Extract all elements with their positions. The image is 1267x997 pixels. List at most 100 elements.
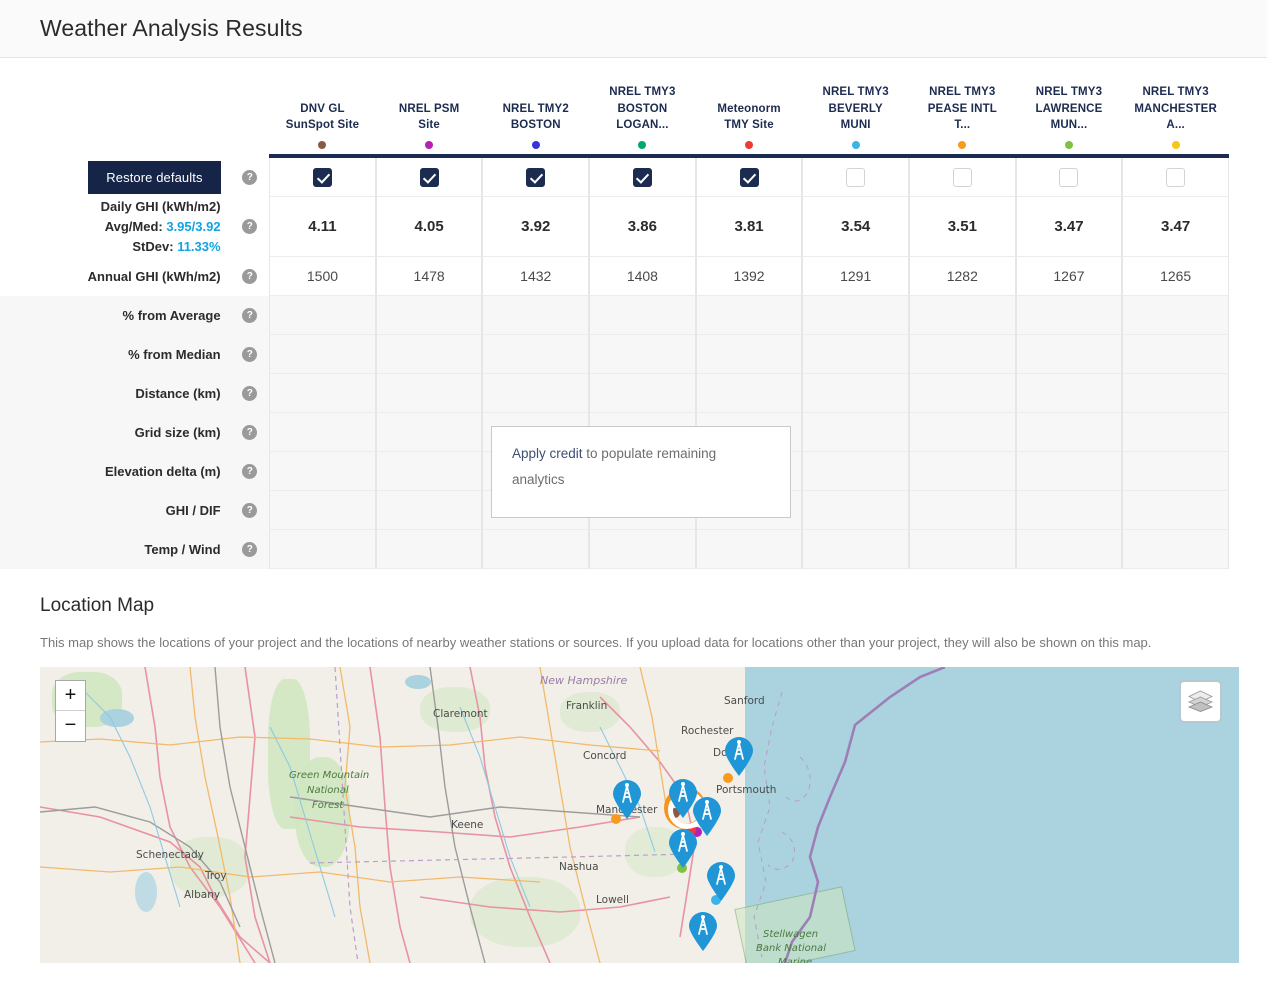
help-icon[interactable]: ?: [242, 347, 258, 363]
help-icon[interactable]: ?: [242, 269, 258, 285]
source-name-line: NREL TMY3: [1142, 85, 1209, 98]
source-select-cell: [909, 158, 1016, 197]
apply-credit-link[interactable]: Apply credit: [512, 446, 583, 461]
header-spacer-label: [0, 58, 231, 158]
daily-ghi-title: Daily GHI (kWh/m2): [100, 199, 221, 214]
daily-ghi-cell: 4.05: [375, 197, 483, 258]
map-layers-button[interactable]: [1179, 679, 1222, 723]
map-weather-station-marker[interactable]: [688, 911, 718, 952]
source-column-header: NREL TMY3 BOSTON LOGAN...: [589, 58, 696, 158]
source-column-header: NREL TMY3 PEASE INTL T...: [909, 58, 1016, 158]
map-zoom-control[interactable]: + −: [55, 679, 86, 742]
analytics-empty-cell: [269, 374, 376, 414]
source-checkbox[interactable]: [739, 167, 759, 187]
analytics-empty-cell: [909, 374, 1016, 414]
source-checkbox[interactable]: [1059, 167, 1079, 187]
map-place-label: Troy: [205, 869, 227, 882]
daily-ghi-avgmed: Avg/Med: 3.95/3.92: [0, 217, 221, 237]
analytics-row-label: % from Median: [0, 335, 231, 375]
analytics-empty-cell: [1122, 296, 1229, 336]
source-checkbox[interactable]: [526, 167, 546, 187]
analytics-empty-cell: [269, 452, 376, 492]
source-column-header: DNV GL SunSpot Site: [269, 58, 376, 158]
map-weather-station-marker[interactable]: [706, 861, 736, 902]
source-checkbox[interactable]: [312, 167, 332, 187]
avgmed-value: 3.95/3.92: [166, 219, 221, 235]
source-name-line: BOSTON: [510, 119, 561, 132]
location-map[interactable]: + − New Hampshire Claremont Franklin Sanfor…: [40, 666, 1239, 963]
help-icon[interactable]: ?: [242, 169, 258, 185]
source-name-line: BOSTON: [617, 102, 668, 115]
map-place-label: Stellwagen: [763, 928, 819, 940]
source-checkbox[interactable]: [1166, 167, 1186, 187]
analytics-row-label: Distance (km): [0, 374, 231, 414]
map-place-label: Sanford: [724, 694, 765, 707]
source-name-line: NREL TMY2: [502, 102, 569, 115]
source-name-line: T...: [954, 119, 971, 132]
source-column-header: NREL TMY3 MANCHESTER A...: [1122, 58, 1229, 158]
source-name-line: LOGAN...: [616, 119, 669, 132]
header-spacer-help: [231, 58, 270, 158]
weather-station-pin-icon: [669, 828, 697, 868]
help-icon[interactable]: ?: [242, 425, 258, 441]
analytics-empty-cell: [802, 491, 909, 531]
page-title: Weather Analysis Results: [40, 15, 303, 41]
analytics-empty-cell: [909, 296, 1016, 336]
analytics-empty-cell: [1015, 296, 1123, 336]
analytics-empty-cell: [589, 296, 696, 336]
source-select-cell: [482, 158, 590, 197]
page-header: Weather Analysis Results: [0, 0, 1267, 58]
analytics-empty-cell: [375, 491, 483, 531]
analytics-empty-cell: [695, 374, 803, 414]
daily-ghi-cell: 3.54: [802, 197, 909, 258]
source-checkbox[interactable]: [632, 167, 652, 187]
help-cell: ?: [230, 374, 270, 414]
help-icon[interactable]: ?: [242, 503, 258, 519]
annual-ghi-cell: 1282: [909, 257, 1016, 297]
daily-ghi-cell: 3.92: [482, 197, 590, 258]
map-place-label: Bank National: [756, 942, 826, 954]
map-place-label: Marine: [778, 956, 813, 963]
help-cell-restore: ?: [231, 158, 270, 197]
analytics-empty-cell: [375, 335, 483, 375]
help-icon[interactable]: ?: [242, 542, 258, 558]
help-icon[interactable]: ?: [242, 219, 258, 235]
stdev-value: 11.33%: [177, 239, 221, 255]
zoom-in-button[interactable]: +: [56, 681, 85, 711]
restore-defaults-button[interactable]: Restore defaults: [88, 161, 221, 194]
map-place-label: Forest: [312, 799, 344, 811]
analytics-row-label: Temp / Wind: [0, 530, 231, 570]
map-place-label: Portsmouth: [716, 783, 777, 796]
source-color-dot-icon: [425, 141, 434, 149]
help-icon[interactable]: ?: [242, 308, 258, 324]
map-place-label: Green Mountain: [289, 769, 370, 781]
help-cell: ?: [230, 452, 270, 492]
map-place-label: New Hampshire: [540, 673, 628, 687]
zoom-out-button[interactable]: −: [56, 711, 85, 741]
annual-ghi-cell: 1291: [802, 257, 909, 297]
analytics-empty-cell: [802, 452, 909, 492]
source-select-cell: [802, 158, 909, 197]
source-name-line: PEASE INTL: [927, 102, 997, 115]
help-icon[interactable]: ?: [242, 386, 258, 402]
analytics-empty-cell: [1015, 452, 1123, 492]
help-cell: ?: [230, 335, 270, 375]
annual-ghi-cell: 1267: [1015, 257, 1123, 297]
help-icon[interactable]: ?: [242, 464, 258, 480]
map-weather-station-marker[interactable]: [668, 828, 698, 869]
source-name: NREL TMY3 BEVERLY MUNI: [802, 84, 909, 134]
analytics-empty-cell: [482, 374, 590, 414]
source-checkbox[interactable]: [846, 167, 866, 187]
source-name-line: NREL TMY3: [609, 85, 676, 98]
source-checkbox[interactable]: [419, 167, 439, 187]
map-weather-station-marker[interactable]: [612, 779, 642, 820]
source-color-dot-icon: [318, 141, 327, 149]
source-checkbox[interactable]: [952, 167, 972, 187]
source-name: NREL TMY2 BOSTON: [482, 101, 589, 134]
help-cell: ?: [230, 413, 270, 453]
source-name: DNV GL SunSpot Site: [269, 101, 376, 134]
source-name: NREL TMY3 MANCHESTER A...: [1122, 84, 1229, 134]
map-weather-station-marker[interactable]: [724, 736, 754, 777]
daily-ghi-cell: 3.47: [1122, 197, 1229, 258]
source-color-dot-icon: [1064, 141, 1073, 149]
